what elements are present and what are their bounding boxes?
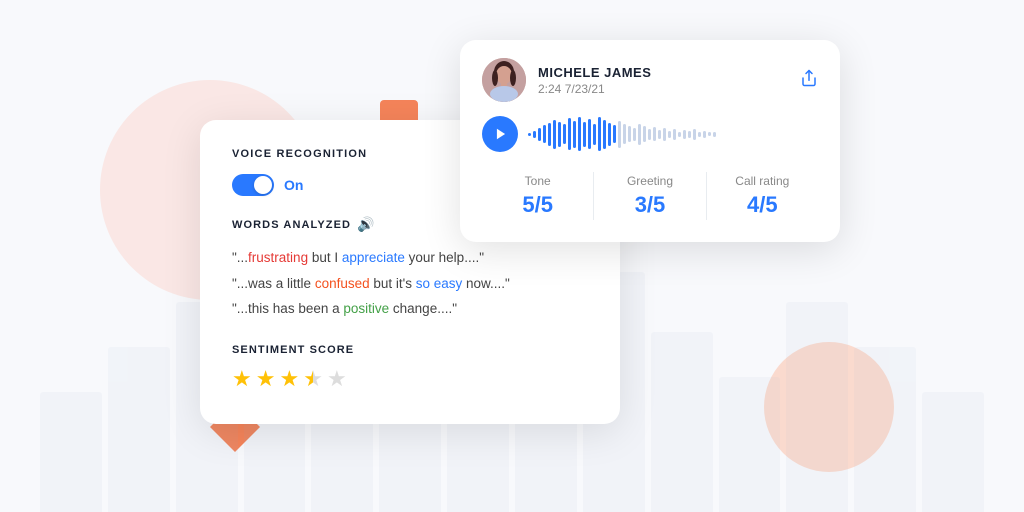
- audio-player-card: MICHELE JAMES 2:24 7/23/21: [460, 40, 840, 242]
- analyzed-text: "...frustrating but I appreciate your he…: [232, 245, 588, 322]
- waveform-bar: [538, 128, 541, 141]
- waveform-bar: [623, 124, 626, 144]
- waveform-bar: [698, 132, 701, 137]
- user-meta: 2:24 7/23/21: [538, 82, 651, 96]
- waveform-bar: [528, 133, 531, 136]
- waveform-bar: [608, 123, 611, 146]
- word-positive: positive: [343, 301, 389, 316]
- waveform-bar: [628, 126, 631, 142]
- waveform-bar: [568, 118, 571, 150]
- metric-greeting: Greeting 3/5: [594, 168, 705, 224]
- waveform: [528, 116, 818, 152]
- waveform-bar: [638, 124, 641, 145]
- waveform-bar: [598, 117, 601, 151]
- star-3: ★: [279, 366, 299, 392]
- waveform-bar: [648, 129, 651, 140]
- metrics-row: Tone 5/5 Greeting 3/5 Call rating 4/5: [482, 168, 818, 224]
- waveform-bar: [643, 126, 646, 142]
- cards-container: MICHELE JAMES 2:24 7/23/21: [200, 40, 840, 480]
- share-icon[interactable]: [800, 69, 818, 92]
- waveform-bar: [593, 124, 596, 145]
- user-info: MICHELE JAMES 2:24 7/23/21: [482, 58, 651, 102]
- word-frustrating: frustrating: [248, 250, 308, 265]
- sentiment-label: SENTIMENT SCORE: [232, 344, 588, 356]
- user-details: MICHELE JAMES 2:24 7/23/21: [538, 65, 651, 96]
- waveform-bar: [693, 129, 696, 140]
- voice-toggle[interactable]: [232, 174, 274, 196]
- waveform-bar: [558, 122, 561, 147]
- metric-tone: Tone 5/5: [482, 168, 593, 224]
- waveform-bar: [688, 131, 691, 138]
- word-easy: so easy: [416, 276, 463, 291]
- waveform-bar: [563, 124, 566, 144]
- waveform-row: [482, 116, 818, 152]
- quote-1: "...frustrating but I appreciate your he…: [232, 245, 588, 271]
- star-1: ★: [232, 366, 252, 392]
- waveform-bar: [703, 131, 706, 138]
- quote-2: "...was a little confused but it's so ea…: [232, 271, 588, 297]
- waveform-bar: [678, 132, 681, 137]
- word-confused: confused: [315, 276, 370, 291]
- waveform-bar: [533, 131, 536, 138]
- waveform-bar: [633, 128, 636, 141]
- waveform-bar: [618, 121, 621, 148]
- waveform-bar: [663, 128, 666, 141]
- audio-card-header: MICHELE JAMES 2:24 7/23/21: [482, 58, 818, 102]
- waveform-bar: [553, 120, 556, 149]
- waveform-bar: [588, 119, 591, 149]
- waveform-bar: [578, 117, 581, 151]
- waveform-bar: [713, 132, 716, 137]
- play-button[interactable]: [482, 116, 518, 152]
- waveform-bar: [673, 129, 676, 140]
- waveform-bar: [613, 125, 616, 143]
- star-4-half: ★: [303, 366, 323, 392]
- waveform-bar: [683, 130, 686, 139]
- waveform-bar: [653, 127, 656, 141]
- toggle-knob: [254, 176, 272, 194]
- waveform-bar: [543, 125, 546, 143]
- waveform-bar: [548, 123, 551, 146]
- waveform-bar: [573, 121, 576, 148]
- user-name: MICHELE JAMES: [538, 65, 651, 80]
- waveform-bar: [583, 122, 586, 147]
- waveform-bar: [708, 132, 711, 136]
- avatar: [482, 58, 526, 102]
- waveform-bar: [668, 131, 671, 138]
- star-2: ★: [256, 366, 276, 392]
- sound-waves-icon: 🔊: [357, 216, 376, 233]
- metric-call-rating: Call rating 4/5: [707, 168, 818, 224]
- toggle-label: On: [284, 177, 303, 193]
- quote-3: "...this has been a positive change....": [232, 296, 588, 322]
- star-5-empty: ★: [327, 366, 347, 392]
- sentiment-stars: ★ ★ ★ ★ ★: [232, 366, 588, 392]
- waveform-bar: [603, 120, 606, 149]
- waveform-bar: [658, 130, 661, 139]
- word-appreciate: appreciate: [342, 250, 405, 265]
